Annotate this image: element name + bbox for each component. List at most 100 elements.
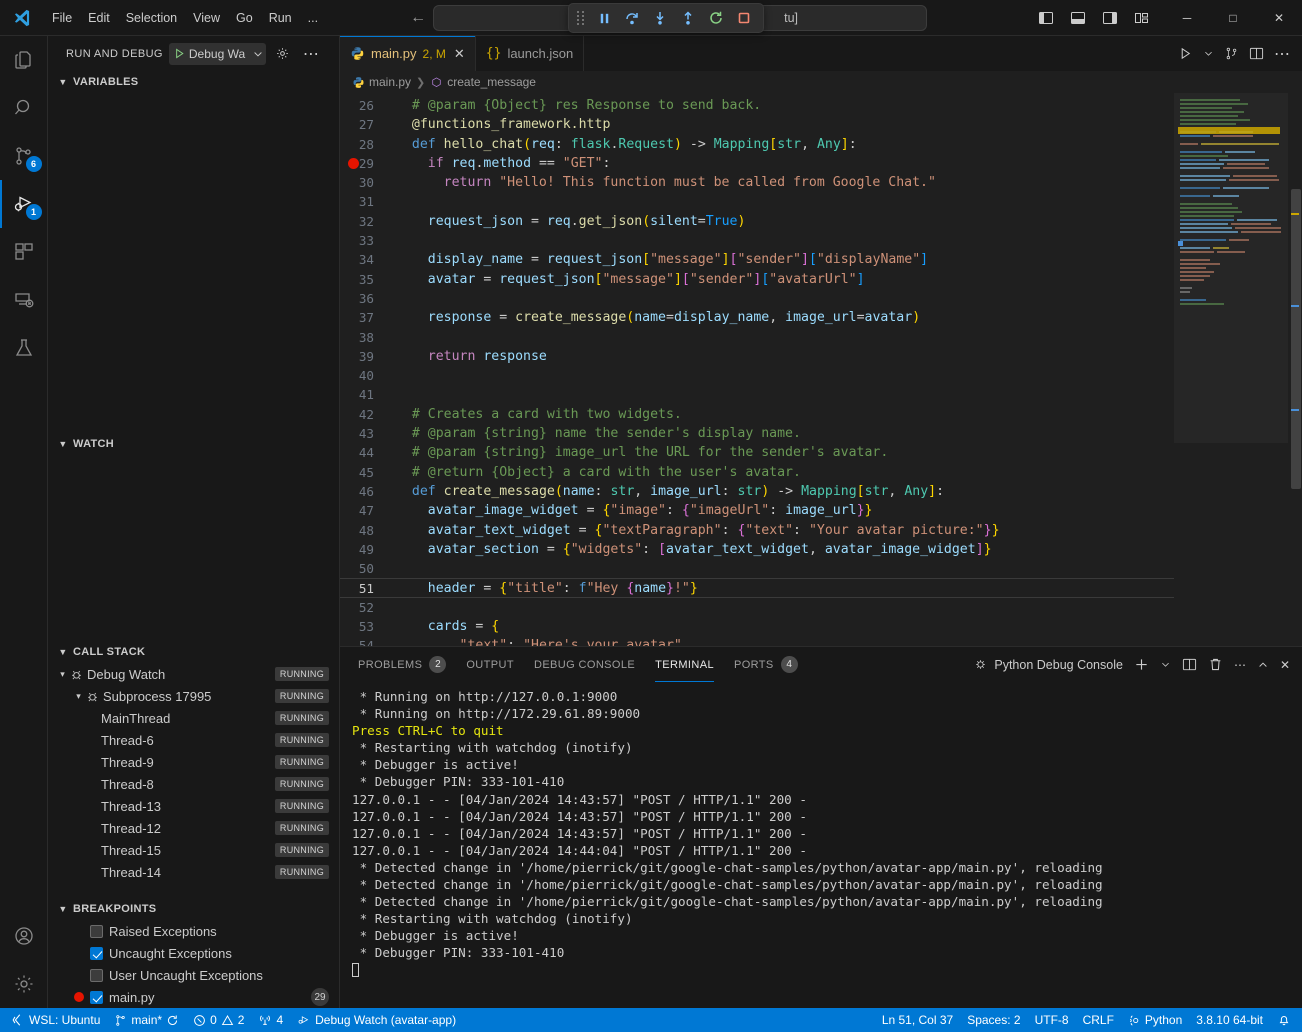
- customize-layout-icon[interactable]: [1132, 8, 1152, 28]
- menu-edit[interactable]: Edit: [80, 6, 118, 30]
- callstack-row[interactable]: Thread-14RUNNING: [48, 861, 339, 883]
- code-line[interactable]: 43 # @param {string} name the sender's d…: [340, 424, 1174, 443]
- terminal-output[interactable]: * Running on http://127.0.0.1:9000 * Run…: [340, 682, 1302, 1008]
- debug-pause-button[interactable]: [591, 6, 617, 30]
- code-line[interactable]: 33: [340, 231, 1174, 250]
- editor-tab-launch-json[interactable]: {} launch.json: [476, 36, 584, 71]
- debug-configuration-select[interactable]: Debug Wa: [169, 43, 266, 65]
- split-editor-icon[interactable]: [1249, 46, 1264, 61]
- callstack-row[interactable]: Thread-12RUNNING: [48, 817, 339, 839]
- debug-restart-button[interactable]: [703, 6, 729, 30]
- callstack-row[interactable]: ▾Debug WatchRUNNING: [48, 663, 339, 685]
- menu-view[interactable]: View: [185, 6, 228, 30]
- new-terminal-chevron-down-icon[interactable]: [1160, 659, 1171, 670]
- activitybar-item-run-and-debug[interactable]: 1: [0, 180, 48, 228]
- code-line[interactable]: 45 # @return {Object} a card with the us…: [340, 463, 1174, 482]
- split-terminal-icon[interactable]: [1182, 657, 1197, 672]
- debug-toolbar-grip[interactable]: [575, 9, 587, 27]
- variables-section-header[interactable]: ▼ VARIABLES: [48, 71, 339, 93]
- menu-go[interactable]: Go: [228, 6, 261, 30]
- code-line[interactable]: 52: [340, 598, 1174, 617]
- status-remote-host[interactable]: WSL: Ubuntu: [4, 1009, 107, 1031]
- editor-scrollbar[interactable]: [1288, 93, 1302, 646]
- code-line[interactable]: 26 # @param {Object} res Response to sen…: [340, 96, 1174, 115]
- status-problems[interactable]: 0 2: [186, 1009, 251, 1031]
- active-terminal-name[interactable]: Python Debug Console: [973, 657, 1123, 672]
- menu-file[interactable]: File: [44, 6, 80, 30]
- callstack-section-header[interactable]: ▼ CALL STACK: [48, 641, 339, 663]
- code-line[interactable]: 51 header = {"title": f"Hey {name}!"}: [340, 578, 1174, 597]
- activitybar-item-explorer[interactable]: [0, 36, 48, 84]
- panel-tab-terminal[interactable]: TERMINAL: [655, 647, 714, 682]
- debug-step-into-button[interactable]: [647, 6, 673, 30]
- maximize-panel-chevron-up-icon[interactable]: [1257, 659, 1269, 671]
- watch-section-header[interactable]: ▼ WATCH: [48, 433, 339, 455]
- code-line[interactable]: 31: [340, 192, 1174, 211]
- status-ports[interactable]: 4: [251, 1009, 290, 1031]
- status-interpreter-version[interactable]: 3.8.10 64-bit: [1189, 1009, 1270, 1031]
- callstack-row[interactable]: Thread-6RUNNING: [48, 729, 339, 751]
- new-terminal-icon[interactable]: [1134, 657, 1149, 672]
- activitybar-item-accounts[interactable]: [0, 912, 48, 960]
- toggle-primary-sidebar-icon[interactable]: [1036, 8, 1056, 28]
- window-maximize-button[interactable]: □: [1210, 0, 1256, 36]
- code-line[interactable]: 32 request_json = req.get_json(silent=Tr…: [340, 212, 1174, 231]
- status-encoding[interactable]: UTF-8: [1028, 1009, 1076, 1031]
- code-line[interactable]: 29 if req.method == "GET":: [340, 154, 1174, 173]
- editor-more-actions-icon[interactable]: ⋯: [1274, 44, 1290, 64]
- status-debug-session[interactable]: Debug Watch (avatar-app): [290, 1009, 463, 1031]
- code-line[interactable]: 40: [340, 366, 1174, 385]
- code-line[interactable]: 42 # Creates a card with two widgets.: [340, 405, 1174, 424]
- callstack-row[interactable]: Thread-9RUNNING: [48, 751, 339, 773]
- callstack-row[interactable]: Thread-13RUNNING: [48, 795, 339, 817]
- activitybar-item-search[interactable]: [0, 84, 48, 132]
- minimap[interactable]: [1174, 93, 1288, 646]
- code-line[interactable]: 44 # @param {string} image_url the URL f…: [340, 443, 1174, 462]
- menu-more[interactable]: ...: [300, 6, 326, 30]
- panel-tab-output[interactable]: OUTPUT: [466, 647, 514, 682]
- code-line[interactable]: 53 cards = {: [340, 617, 1174, 636]
- status-branch[interactable]: main*: [107, 1009, 186, 1031]
- status-language-mode[interactable]: Python: [1121, 1009, 1189, 1031]
- window-close-button[interactable]: ✕: [1256, 0, 1302, 36]
- kill-terminal-trash-icon[interactable]: [1208, 657, 1223, 672]
- breakpoint-row[interactable]: main.py29: [48, 986, 339, 1008]
- code-line[interactable]: 54 "text": "Here's your avatar",: [340, 636, 1174, 646]
- callstack-row[interactable]: MainThreadRUNNING: [48, 707, 339, 729]
- menu-run[interactable]: Run: [261, 6, 300, 30]
- breadcrumb-file[interactable]: main.py: [352, 75, 411, 89]
- breakpoint-checkbox[interactable]: [90, 925, 103, 938]
- scrollbar-thumb[interactable]: [1291, 189, 1301, 489]
- code-line[interactable]: 47 avatar_image_widget = {"image": {"ima…: [340, 501, 1174, 520]
- code-line[interactable]: 50: [340, 559, 1174, 578]
- code-line[interactable]: 39 return response: [340, 347, 1174, 366]
- toggle-secondary-sidebar-icon[interactable]: [1100, 8, 1120, 28]
- code-line[interactable]: 41: [340, 385, 1174, 404]
- activitybar-item-remote-explorer[interactable]: [0, 276, 48, 324]
- callstack-row[interactable]: Thread-8RUNNING: [48, 773, 339, 795]
- debug-stop-button[interactable]: [731, 6, 757, 30]
- breakpoint-checkbox[interactable]: [90, 991, 103, 1004]
- callstack-row[interactable]: Thread-15RUNNING: [48, 839, 339, 861]
- code-line[interactable]: 34 display_name = request_json["message"…: [340, 250, 1174, 269]
- code-line[interactable]: 28 def hello_chat(req: flask.Request) ->…: [340, 135, 1174, 154]
- run-options-chevron-down-icon[interactable]: [1203, 48, 1214, 59]
- panel-more-actions-icon[interactable]: ⋯: [1234, 658, 1246, 672]
- panel-tab-problems[interactable]: PROBLEMS 2: [358, 647, 446, 682]
- sidebar-more-actions-icon[interactable]: ⋯: [300, 43, 322, 65]
- code-line[interactable]: 30 return "Hello! This function must be …: [340, 173, 1174, 192]
- code-line[interactable]: 49 avatar_section = {"widgets": [avatar_…: [340, 540, 1174, 559]
- status-indentation[interactable]: Spaces: 2: [960, 1009, 1027, 1031]
- open-changes-compare-icon[interactable]: [1224, 46, 1239, 61]
- activitybar-item-testing[interactable]: [0, 324, 48, 372]
- run-python-file-icon[interactable]: [1178, 46, 1193, 61]
- code-line[interactable]: 36: [340, 289, 1174, 308]
- close-panel-icon[interactable]: ✕: [1280, 658, 1290, 672]
- callstack-row[interactable]: ▾Subprocess 17995RUNNING: [48, 685, 339, 707]
- breakpoints-section-header[interactable]: ▼ BREAKPOINTS: [48, 898, 339, 920]
- breadcrumb-symbol[interactable]: create_message: [430, 75, 536, 89]
- breakpoint-row[interactable]: User Uncaught Exceptions: [48, 964, 339, 986]
- status-notifications-bell-icon[interactable]: [1270, 1009, 1298, 1031]
- status-eol[interactable]: CRLF: [1076, 1009, 1121, 1031]
- code-line[interactable]: 46 def create_message(name: str, image_u…: [340, 482, 1174, 501]
